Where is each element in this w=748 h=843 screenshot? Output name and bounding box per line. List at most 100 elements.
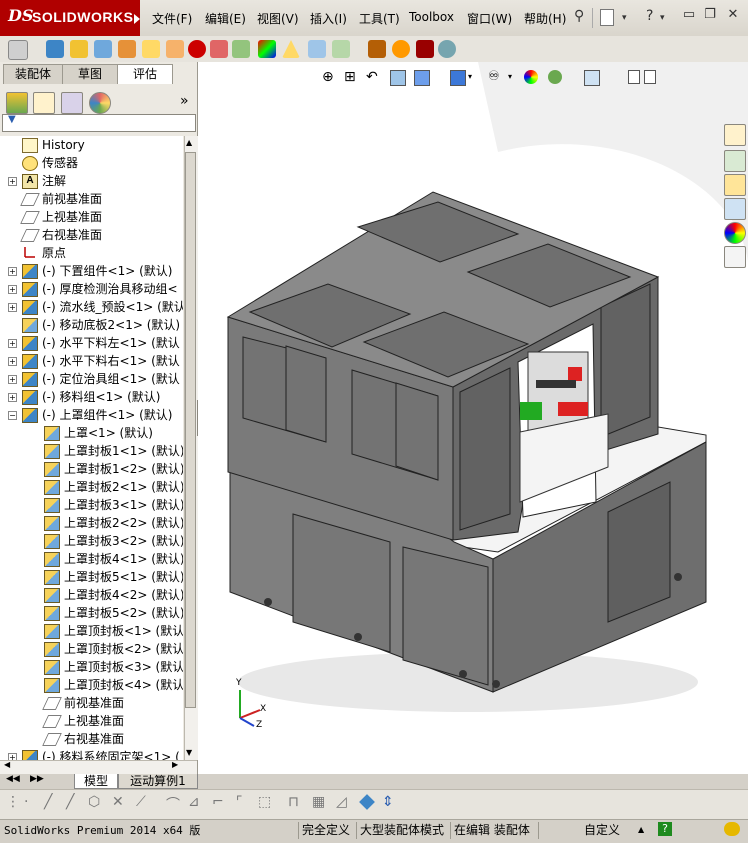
rectangle-icon[interactable]: ⬚ [258, 794, 271, 810]
display-style-icon[interactable] [450, 70, 466, 86]
instant3d-icon[interactable] [438, 40, 456, 58]
tree-item[interactable]: 上罩封板1<2> (默认) [0, 460, 183, 478]
menu-tools[interactable]: 工具(T) [359, 10, 400, 27]
view-orientation-icon[interactable] [414, 70, 430, 86]
insert-component-icon[interactable] [46, 40, 64, 58]
menu-view[interactable]: 视图(V) [257, 10, 299, 27]
tree-item[interactable]: 上视基准面 [0, 208, 183, 226]
menu-file[interactable]: 文件(F) [152, 10, 192, 27]
tree-item[interactable]: 右视基准面 [0, 730, 183, 748]
graphics-area[interactable]: Y X Z [198, 62, 748, 774]
previous-view-icon[interactable]: ↶ [366, 69, 378, 85]
design-library-icon[interactable] [724, 150, 746, 172]
tree-item[interactable]: 右视基准面 [0, 226, 183, 244]
new-document-icon[interactable] [600, 9, 614, 26]
collapse-icon[interactable]: − [8, 411, 17, 420]
scrollbar-thumb[interactable] [185, 152, 196, 708]
move-entities-icon[interactable]: ⇕ [382, 794, 394, 810]
units-selector[interactable]: 自定义 [584, 822, 620, 839]
model-viewport[interactable] [198, 62, 748, 774]
tree-item[interactable]: + (-) 下置组件<1> (默认) [0, 262, 183, 280]
extend-icon[interactable]: ⟋ [136, 794, 146, 810]
solidworks-logo[interactable]: DS SOLIDWORKS [0, 0, 140, 36]
mate-icon[interactable] [70, 40, 88, 58]
fillet-icon[interactable]: ⌐ [212, 794, 224, 810]
centerline-icon[interactable]: ╱ [66, 794, 74, 810]
tree-item[interactable]: 前视基准面 [0, 190, 183, 208]
tree-item[interactable]: 传感器 [0, 154, 183, 172]
pin-icon[interactable]: ⚲ [574, 8, 584, 24]
tree-item[interactable]: + A 注解 [0, 172, 183, 190]
scroll-down-icon[interactable]: ▼ [186, 748, 192, 757]
tree-filter-input[interactable] [2, 114, 196, 132]
tree-item[interactable]: 上罩顶封板<3> (默认) [0, 658, 183, 676]
tab-motion-study[interactable]: 运动算例1 [118, 774, 198, 789]
tree-item[interactable]: (-) 移动底板2<1> (默认) [0, 316, 183, 334]
grid-icon[interactable]: ▦ [312, 794, 325, 810]
property-manager-icon[interactable] [33, 92, 55, 114]
viewport-minimize-icon[interactable] [644, 70, 656, 84]
apply-scene-icon[interactable] [548, 70, 562, 84]
filter-icon[interactable]: ▼ [8, 114, 16, 125]
dimension-icon[interactable]: ⊓ [288, 794, 299, 810]
section-view-icon[interactable] [390, 70, 406, 86]
zoom-area-icon[interactable]: ⊞ [344, 69, 356, 85]
tab-scroll-right-icon[interactable]: ▶▶ [30, 774, 44, 784]
scroll-right-icon[interactable]: ▶ [172, 760, 178, 769]
tree-item[interactable]: 上罩<1> (默认) [0, 424, 183, 442]
tree-horizontal-scrollbar[interactable] [0, 760, 197, 774]
tree-item[interactable]: 上罩封板4<2> (默认) [0, 586, 183, 604]
move-component-icon[interactable] [118, 40, 136, 58]
tab-model[interactable]: 模型 [74, 774, 118, 789]
explode-view-icon[interactable] [166, 40, 184, 58]
expand-icon[interactable]: + [8, 267, 17, 276]
expand-icon[interactable]: + [8, 177, 17, 186]
restore-button[interactable]: ❐ [701, 7, 719, 23]
expand-icon[interactable]: + [8, 393, 17, 402]
tree-item[interactable]: 原点 [0, 244, 183, 262]
tree-item[interactable]: 上罩顶封板<1> (默认) [0, 622, 183, 640]
expand-icon[interactable]: + [8, 285, 17, 294]
file-explorer-icon[interactable] [724, 174, 746, 196]
tree-item[interactable]: 上罩顶封板<2> (默认) [0, 640, 183, 658]
line-icon[interactable]: ╱ [44, 794, 52, 810]
zoom-to-fit-icon[interactable]: ⊕ [322, 69, 334, 85]
menu-insert[interactable]: 插入(I) [310, 10, 347, 27]
view-settings-icon[interactable] [584, 70, 600, 86]
close-button[interactable]: ✕ [724, 7, 742, 23]
tree-item[interactable]: − (-) 上罩组件<1> (默认) [0, 406, 183, 424]
chevron-down-icon[interactable]: ▾ [622, 13, 627, 23]
feature-tree-icon[interactable] [6, 92, 28, 114]
tree-item[interactable]: 上罩封板5<2> (默认) [0, 604, 183, 622]
chevron-down-icon[interactable]: ▾ [468, 72, 472, 81]
solidworks-resources-icon[interactable] [724, 124, 746, 146]
tree-item[interactable]: 上罩顶封板<4> (默认) [0, 676, 183, 694]
motion-study-icon[interactable] [368, 40, 386, 58]
copy-settings-icon[interactable] [308, 40, 326, 58]
expand-icon[interactable]: + [8, 303, 17, 312]
menu-toolbox[interactable]: Toolbox [409, 10, 454, 24]
appearance-icon[interactable] [258, 40, 276, 58]
simulation-icon[interactable] [392, 40, 410, 58]
help-icon[interactable]: ? [658, 822, 672, 836]
mirror-icon[interactable]: ⊿ [188, 794, 200, 810]
edit-appearance-icon[interactable] [524, 70, 538, 84]
tree-item[interactable]: 上罩封板3<1> (默认) [0, 496, 183, 514]
tab-evaluate[interactable]: 评估 [117, 64, 173, 84]
tree-item[interactable]: 上罩封板2<1> (默认) [0, 478, 183, 496]
tree-item[interactable]: + (-) 移料组<1> (默认) [0, 388, 183, 406]
custom-properties-icon[interactable] [724, 246, 746, 268]
expand-icon[interactable]: + [8, 357, 17, 366]
hide-show-items-icon[interactable]: ♾ [488, 69, 500, 84]
tab-assembly[interactable]: 装配体 [3, 64, 63, 84]
appearances-icon[interactable] [724, 222, 746, 244]
relation-icon[interactable]: ◿ [336, 794, 347, 810]
menu-window[interactable]: 窗口(W) [467, 10, 512, 27]
tree-item[interactable]: + (-) 水平下料右<1> (默认 [0, 352, 183, 370]
check-icon[interactable] [332, 40, 350, 58]
trim-icon[interactable]: ✕ [112, 794, 124, 810]
tree-item[interactable]: + (-) 定位治具组<1> (默认 [0, 370, 183, 388]
menu-edit[interactable]: 编辑(E) [205, 10, 246, 27]
chevron-up-icon[interactable]: ▲ [638, 825, 644, 834]
linear-pattern-icon[interactable] [94, 40, 112, 58]
